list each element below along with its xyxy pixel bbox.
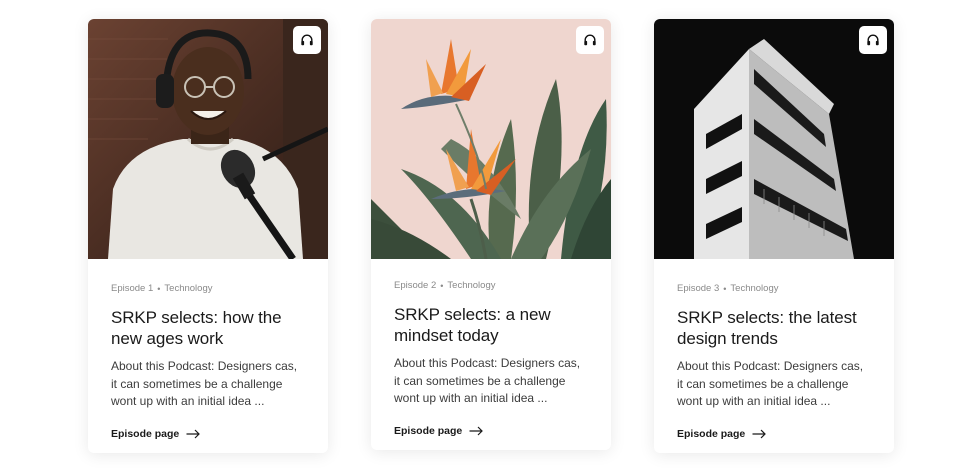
episode-description: About this Podcast: Designers cas, it ca… — [111, 359, 298, 408]
episode-title[interactable]: SRKP selects: how the new ages work — [111, 307, 305, 349]
episode-image[interactable] — [371, 19, 611, 259]
episode-page-label: Episode page — [111, 427, 180, 440]
headphones-icon — [301, 34, 313, 46]
episode-category: Technology — [730, 283, 779, 294]
episode-page-label: Episode page — [394, 424, 463, 437]
podcast-card[interactable]: Episode 1 • Technology SRKP selects: how… — [88, 19, 328, 453]
bird-of-paradise-image — [371, 19, 611, 259]
meta-separator: • — [723, 283, 727, 294]
episode-image[interactable] — [88, 19, 328, 259]
podcast-card[interactable]: Episode 3 • Technology SRKP selects: the… — [654, 19, 894, 453]
listen-button[interactable] — [576, 26, 604, 54]
episode-meta: Episode 3 • Technology — [677, 283, 871, 294]
headphones-icon — [867, 34, 879, 46]
man-with-headphones-image — [88, 19, 328, 259]
episode-number: Episode 3 — [677, 283, 720, 294]
episode-page-link[interactable]: Episode page — [677, 427, 767, 440]
episode-page-link[interactable]: Episode page — [394, 424, 484, 437]
headphones-icon — [584, 34, 596, 46]
meta-separator: • — [440, 280, 444, 291]
episode-title[interactable]: SRKP selects: a new mindset today — [394, 304, 588, 346]
episode-meta: Episode 2 • Technology — [394, 280, 588, 291]
episode-number: Episode 2 — [394, 280, 437, 291]
arrow-right-icon — [186, 429, 201, 438]
episode-title[interactable]: SRKP selects: the latest design trends — [677, 307, 871, 349]
listen-button[interactable] — [293, 26, 321, 54]
episode-image[interactable] — [654, 19, 894, 259]
arrow-right-icon — [469, 426, 484, 435]
arrow-right-icon — [752, 429, 767, 438]
episode-number: Episode 1 — [111, 283, 154, 294]
episode-meta: Episode 1 • Technology — [111, 283, 305, 294]
episode-page-label: Episode page — [677, 427, 746, 440]
episode-page-link[interactable]: Episode page — [111, 427, 201, 440]
episode-description: About this Podcast: Designers cas, it ca… — [677, 359, 864, 408]
podcast-card[interactable]: Episode 2 • Technology SRKP selects: a n… — [371, 19, 611, 450]
episode-description: About this Podcast: Designers cas, it ca… — [394, 356, 581, 405]
meta-separator: • — [157, 283, 161, 294]
episode-category: Technology — [164, 283, 213, 294]
modern-building-image — [654, 19, 894, 259]
episode-category: Technology — [447, 280, 496, 291]
listen-button[interactable] — [859, 26, 887, 54]
